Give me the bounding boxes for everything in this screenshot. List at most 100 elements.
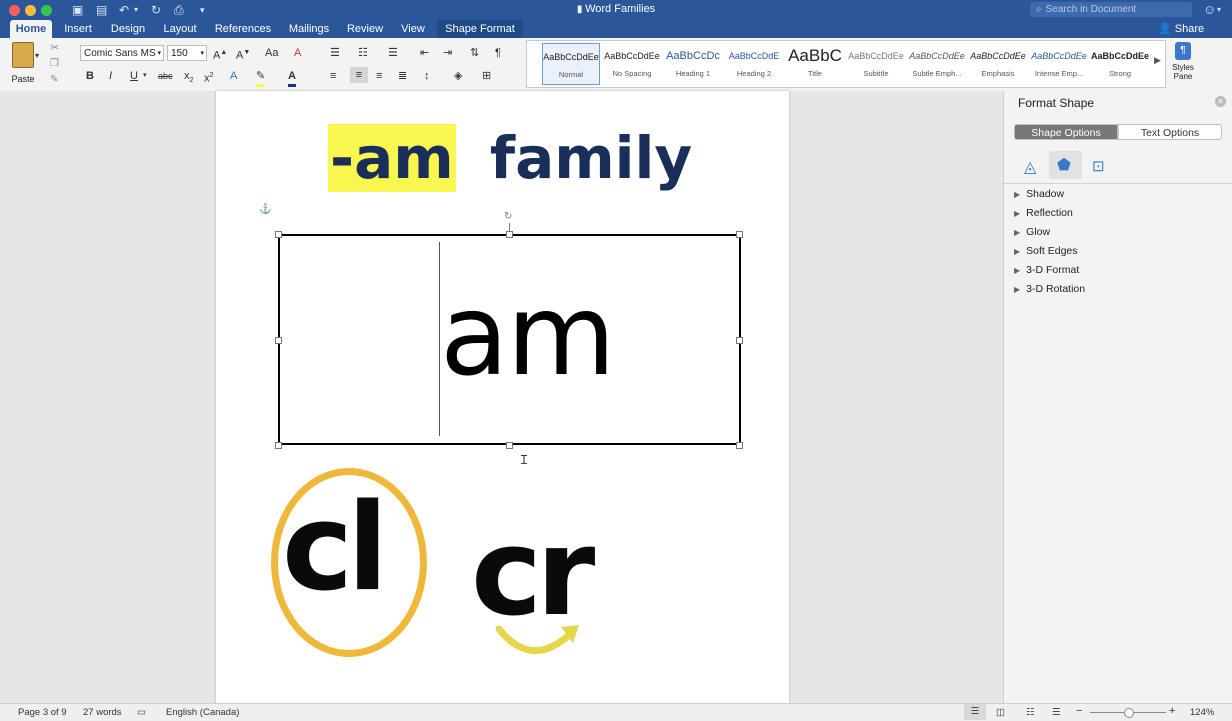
resize-handle-bottom-left[interactable] [275, 442, 282, 449]
resize-handle-top[interactable] [506, 231, 513, 238]
page-heading[interactable]: -am family [328, 113, 692, 203]
style-subtitle[interactable]: AaBbCcDdEe Subtitle [847, 43, 905, 85]
zoom-slider[interactable] [1090, 708, 1166, 718]
resize-handle-left[interactable] [275, 337, 282, 344]
clear-formatting-icon[interactable]: A [294, 45, 301, 61]
change-case-icon[interactable]: Aa [265, 45, 278, 61]
style-intense-emphasis[interactable]: AaBbCcDdEe Intense Emp... [1030, 43, 1088, 85]
user-account-icon[interactable]: ☺ [1203, 3, 1216, 17]
document-page[interactable]: -am family ⚓ ↻ am Ｉ cl cr [216, 91, 789, 703]
font-size-select[interactable]: 150 ▾ [167, 45, 207, 61]
bold-icon[interactable]: B [86, 68, 94, 84]
outline-view-icon[interactable]: ☷ [1026, 707, 1035, 718]
curved-arrow-icon[interactable] [491, 621, 581, 661]
resize-handle-bottom[interactable] [506, 442, 513, 449]
resize-handle-bottom-right[interactable] [736, 442, 743, 449]
tab-mailings[interactable]: Mailings [282, 20, 336, 38]
proofing-icon[interactable]: ▭ [137, 707, 146, 718]
paste-button[interactable]: Paste [8, 42, 38, 86]
increase-indent-icon[interactable]: ⇥ [443, 45, 452, 61]
bullets-icon[interactable]: ☰ [330, 45, 340, 61]
page-count[interactable]: Page 3 of 9 [18, 707, 67, 718]
styles-pane-button[interactable]: ¶ Styles Pane [1168, 42, 1198, 81]
cut-icon[interactable]: ✂ [50, 40, 59, 56]
tab-view[interactable]: View [394, 20, 432, 38]
borders-icon[interactable]: ⊞ [482, 68, 491, 84]
tab-references[interactable]: References [208, 20, 278, 38]
align-left-icon[interactable]: ≡ [330, 68, 336, 84]
style-title[interactable]: AaBbC Title [786, 43, 844, 85]
close-icon[interactable]: ✕ [1215, 96, 1226, 107]
text-effects-icon[interactable]: A [230, 68, 237, 84]
section-glow[interactable]: ▶ Glow [1014, 226, 1050, 238]
tab-home[interactable]: Home [10, 20, 52, 38]
style-subtle-emphasis[interactable]: AaBbCcDdEe Subtle Emph... [908, 43, 966, 85]
language[interactable]: English (Canada) [166, 707, 239, 718]
style-heading-2[interactable]: AaBbCcDdE Heading 2 [725, 43, 783, 85]
underline-dropdown-icon[interactable]: ▾ [143, 68, 147, 84]
tab-shape-format[interactable]: Shape Format [437, 20, 523, 38]
strikethrough-icon[interactable]: abc [158, 68, 173, 84]
zoom-in-icon[interactable]: + [1169, 705, 1175, 717]
heading-text[interactable]: family [490, 124, 692, 192]
text-box-content[interactable]: am [440, 276, 616, 396]
shape-options-tab[interactable]: Shape Options [1014, 124, 1118, 140]
size-properties-icon[interactable]: ⊡ [1092, 157, 1105, 175]
share-button[interactable]: 👤 Share [1158, 22, 1204, 36]
selected-text-box[interactable]: am [278, 234, 741, 445]
web-layout-icon[interactable]: ◫ [996, 707, 1005, 718]
resize-handle-right[interactable] [736, 337, 743, 344]
heading-highlighted-text[interactable]: -am [328, 124, 456, 192]
zoom-out-icon[interactable]: − [1076, 705, 1082, 717]
superscript-icon[interactable]: x2 [204, 68, 213, 85]
shading-icon[interactable]: ◈ [454, 68, 462, 84]
rotate-handle-icon[interactable]: ↻ [504, 211, 512, 222]
account-dropdown-icon[interactable]: ▾ [1217, 3, 1221, 17]
zoom-level[interactable]: 124% [1190, 707, 1214, 718]
italic-icon[interactable]: I [109, 68, 112, 84]
blend-cl[interactable]: cl [282, 484, 388, 614]
blend-cr[interactable]: cr [471, 509, 595, 639]
print-layout-icon[interactable]: ☰ [964, 704, 986, 720]
style-emphasis[interactable]: AaBbCcDdEe Emphasis [969, 43, 1027, 85]
paste-options-icon[interactable]: ▾ [35, 48, 39, 64]
align-right-icon[interactable]: ≡ [376, 68, 382, 84]
section-soft-edges[interactable]: ▶ Soft Edges [1014, 245, 1078, 257]
tab-insert[interactable]: Insert [58, 20, 98, 38]
font-color-icon[interactable]: A [288, 68, 296, 87]
copy-icon[interactable]: ❐ [50, 56, 59, 72]
style-heading-1[interactable]: AaBbCcDc Heading 1 [664, 43, 722, 85]
tab-layout[interactable]: Layout [158, 20, 202, 38]
line-spacing-icon[interactable]: ↕ [424, 68, 430, 84]
style-strong[interactable]: AaBbCcDdEe Strong [1091, 43, 1149, 85]
decrease-indent-icon[interactable]: ⇤ [420, 45, 429, 61]
style-normal[interactable]: AaBbCcDdEe Normal [542, 43, 600, 85]
shrink-font-icon[interactable]: A▼ [236, 45, 250, 62]
style-no-spacing[interactable]: AaBbCcDdEe No Spacing [603, 43, 661, 85]
section-reflection[interactable]: ▶ Reflection [1014, 207, 1073, 219]
tab-design[interactable]: Design [106, 20, 150, 38]
section-3d-rotation[interactable]: ▶ 3-D Rotation [1014, 283, 1085, 295]
highlight-icon[interactable]: ✎ [256, 68, 266, 87]
numbering-icon[interactable]: ☷ [358, 45, 368, 61]
word-count[interactable]: 27 words [83, 707, 122, 718]
text-options-tab[interactable]: Text Options [1118, 124, 1222, 140]
show-formatting-icon[interactable]: ¶ [495, 45, 501, 61]
gallery-more-icon[interactable]: ▶ [1154, 55, 1161, 66]
resize-handle-top-left[interactable] [275, 231, 282, 238]
grow-font-icon[interactable]: A▲ [213, 45, 227, 62]
resize-handle-top-right[interactable] [736, 231, 743, 238]
tab-review[interactable]: Review [342, 20, 388, 38]
underline-icon[interactable]: U [130, 68, 138, 84]
subscript-icon[interactable]: x2 [184, 68, 193, 84]
fill-line-icon[interactable]: ◬ [1024, 157, 1036, 177]
section-3d-format[interactable]: ▶ 3-D Format [1014, 264, 1079, 276]
sort-icon[interactable]: ⇅ [470, 45, 479, 61]
justify-icon[interactable]: ≣ [398, 68, 407, 84]
align-center-icon[interactable]: ≡ [350, 67, 368, 83]
font-name-select[interactable]: Comic Sans MS ▾ [80, 45, 164, 61]
draft-view-icon[interactable]: ☰ [1052, 707, 1061, 718]
effects-tab[interactable]: ⬟ [1049, 151, 1082, 179]
multilevel-list-icon[interactable]: ☰ [388, 45, 398, 61]
search-document-field[interactable]: ⌕ Search in Document [1030, 2, 1192, 17]
